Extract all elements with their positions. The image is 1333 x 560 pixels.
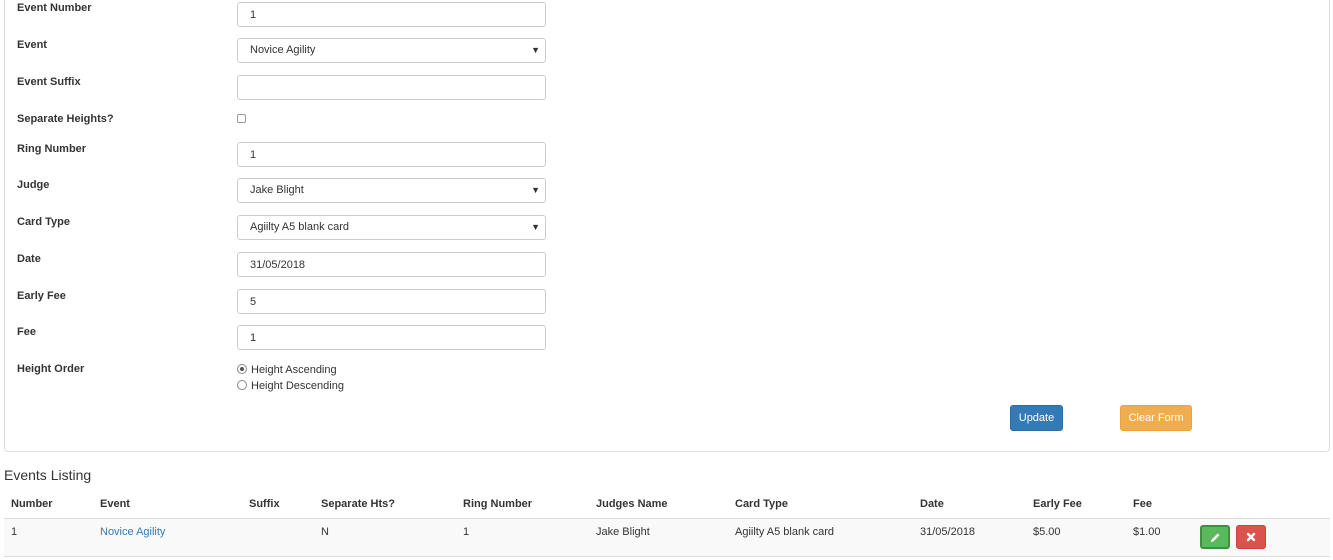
cell-early-fee: $5.00	[1033, 526, 1061, 538]
column-header-suffix: Suffix	[249, 498, 280, 510]
date-label: Date	[17, 253, 41, 265]
judge-select-value: Jake Blight	[250, 184, 304, 196]
table-row	[4, 519, 1330, 556]
chevron-down-icon: ▼	[531, 222, 540, 232]
height-descending-option[interactable]: Height Descending	[237, 380, 344, 392]
column-header-early-fee: Early Fee	[1033, 498, 1082, 510]
card-type-select[interactable]: Agiilty A5 blank card ▼	[237, 215, 546, 240]
chevron-down-icon: ▼	[531, 185, 540, 195]
times-icon	[1246, 532, 1256, 542]
delete-button[interactable]	[1236, 525, 1266, 549]
cell-separate-hts: N	[321, 526, 329, 538]
cell-judges-name: Jake Blight	[596, 526, 650, 538]
judge-label: Judge	[17, 179, 50, 191]
cell-fee: $1.00	[1133, 526, 1161, 538]
height-ascending-option[interactable]: Height Ascending	[237, 364, 337, 376]
fee-label: Fee	[17, 326, 36, 338]
event-number-input[interactable]	[237, 2, 546, 27]
cell-card-type: Agiilty A5 blank card	[735, 526, 835, 538]
card-type-select-value: Agiilty A5 blank card	[250, 221, 350, 233]
event-link[interactable]: Novice Agility	[100, 526, 165, 538]
column-header-event: Event	[100, 498, 130, 510]
event-suffix-label: Event Suffix	[17, 76, 81, 88]
event-form-panel	[4, 0, 1330, 452]
radio-icon[interactable]	[237, 380, 247, 390]
card-type-label: Card Type	[17, 216, 70, 228]
column-header-judges-name: Judges Name	[596, 498, 668, 510]
radio-selected-icon[interactable]	[237, 364, 247, 374]
events-listing-title: Events Listing	[4, 467, 92, 483]
event-label: Event	[17, 39, 47, 51]
event-select-value: Novice Agility	[250, 44, 316, 56]
cell-number: 1	[11, 526, 18, 538]
height-order-label: Height Order	[17, 363, 85, 375]
fee-input[interactable]	[237, 325, 546, 350]
separate-heights-checkbox[interactable]	[237, 114, 246, 123]
chevron-down-icon: ▼	[531, 45, 540, 55]
cell-event[interactable]: Novice Agility	[100, 526, 165, 538]
early-fee-label: Early Fee	[17, 290, 66, 302]
column-header-separate-hts: Separate Hts?	[321, 498, 395, 510]
table-row-divider	[4, 556, 1330, 557]
update-button[interactable]: Update	[1010, 405, 1063, 431]
clear-form-button[interactable]: Clear Form	[1120, 405, 1192, 431]
column-header-card-type: Card Type	[735, 498, 788, 510]
ring-number-label: Ring Number	[17, 143, 87, 155]
edit-button[interactable]	[1200, 525, 1230, 549]
column-header-ring-number: Ring Number	[463, 498, 533, 510]
judge-select[interactable]: Jake Blight ▼	[237, 178, 546, 203]
event-select[interactable]: Novice Agility ▼	[237, 38, 546, 63]
column-header-date: Date	[920, 498, 944, 510]
ring-number-input[interactable]	[237, 142, 546, 167]
height-ascending-label: Height Ascending	[251, 364, 337, 376]
cell-date: 31/05/2018	[920, 526, 976, 538]
pencil-icon	[1210, 533, 1220, 543]
early-fee-input[interactable]	[237, 289, 546, 314]
column-header-fee: Fee	[1133, 498, 1152, 510]
event-number-label: Event Number	[17, 2, 92, 14]
separate-heights-label: Separate Heights?	[17, 113, 114, 125]
column-header-number: Number	[11, 498, 53, 510]
height-descending-label: Height Descending	[251, 380, 344, 392]
event-suffix-input[interactable]	[237, 75, 546, 100]
cell-ring-number: 1	[463, 526, 470, 538]
date-input[interactable]	[237, 252, 546, 277]
